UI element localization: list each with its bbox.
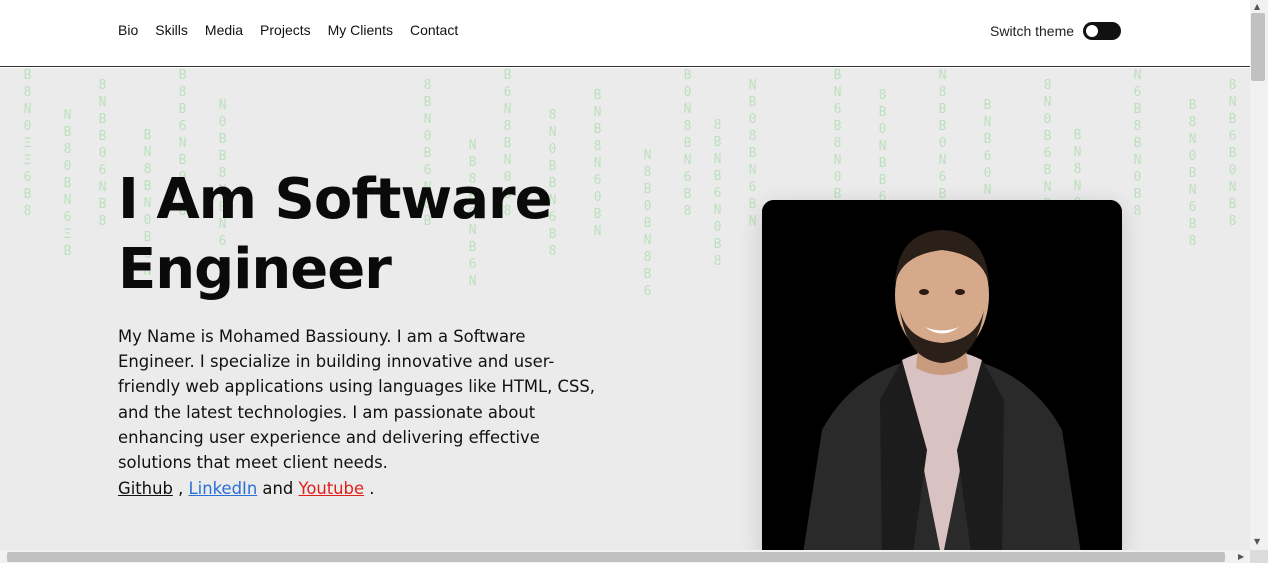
scroll-up-arrow-icon[interactable]: ▲ xyxy=(1254,2,1260,11)
vertical-scrollbar[interactable] xyxy=(1250,0,1268,550)
hero-section: B8N0ΞΞ6B8 NB80BN6ΞB 8NBB06NB8 BN8BN0B6N … xyxy=(0,68,1250,550)
social-links: Github , LinkedIn and Youtube . xyxy=(118,476,374,501)
separator: , xyxy=(172,479,189,498)
scroll-down-arrow-icon[interactable]: ▼ xyxy=(1254,537,1260,546)
nav-bio[interactable]: Bio xyxy=(118,22,138,38)
hero-bio: My Name is Mohamed Bassiouny. I am a Sof… xyxy=(118,327,596,473)
theme-toggle[interactable] xyxy=(1083,22,1122,40)
person-portrait-icon xyxy=(762,200,1122,550)
theme-label: Switch theme xyxy=(990,23,1075,39)
scroll-right-arrow-icon[interactable]: ▶ xyxy=(1238,552,1244,561)
top-navbar: Bio Skills Media Projects My Clients Con… xyxy=(0,0,1250,67)
horizontal-scrollbar-thumb[interactable] xyxy=(7,552,1225,562)
vertical-scrollbar-thumb[interactable] xyxy=(1251,13,1265,81)
github-link[interactable]: Github xyxy=(118,479,173,498)
nav-contact[interactable]: Contact xyxy=(410,22,458,38)
nav-media[interactable]: Media xyxy=(205,22,243,38)
nav-my-clients[interactable]: My Clients xyxy=(328,22,393,38)
youtube-link[interactable]: Youtube xyxy=(298,479,364,498)
linkedin-link[interactable]: LinkedIn xyxy=(189,479,258,498)
separator: . xyxy=(364,479,375,498)
nav-links: Bio Skills Media Projects My Clients Con… xyxy=(118,22,458,38)
profile-photo xyxy=(762,200,1122,550)
separator: and xyxy=(257,479,299,498)
theme-switcher: Switch theme xyxy=(990,22,1122,40)
scrollbar-corner xyxy=(1250,550,1268,563)
nav-skills[interactable]: Skills xyxy=(155,22,188,38)
nav-projects[interactable]: Projects xyxy=(260,22,311,38)
hero-headline: I Am Software Engineer xyxy=(118,167,553,302)
